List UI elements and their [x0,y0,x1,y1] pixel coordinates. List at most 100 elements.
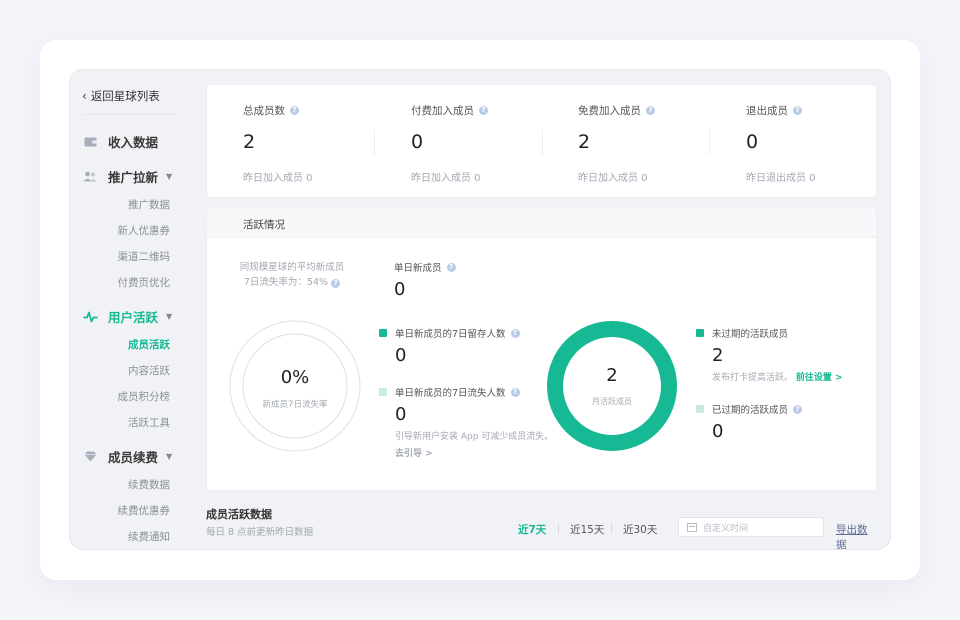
legend-swatch-unexpired [696,329,704,337]
average-loss-line1: 同规模星球的平均新成员 [239,262,345,273]
legend-swatch-lost [379,388,387,396]
guide-link[interactable]: 去引导 > [395,446,553,459]
stat-value: 0 [411,131,424,153]
question-icon[interactable]: ? [479,106,488,115]
range-tab-divider [558,523,559,534]
metric-label: 单日新成员的7日留存人数 [395,329,506,340]
stat-total-members: 总成员数 ? 2 昨日加入成员 0 [207,85,375,197]
sidebar-group-renewal[interactable]: 成员续费 ▼ [82,447,172,466]
metric-label-row: 已过期的活跃成员 ? [696,402,803,416]
stat-label-row: 退出成员 ? [746,103,802,118]
settings-link[interactable]: 前往设置 > [796,373,843,383]
wallet-icon [82,135,98,149]
stat-label-row: 付费加入成员 ? [411,103,488,118]
metric-value: 2 [712,345,724,366]
sidebar: ‹ 返回星球列表 收入数据 推广拉新 ▼ 推广数据 新人优惠券 渠道二维码 付费… [70,70,196,549]
metric-note: 引导新用户安装 App 可减少成员流失。 [395,432,554,442]
monthly-active-caption: 月活跃成员 [592,397,632,406]
monthly-active-ring: 2 月活跃成员 [546,320,678,452]
custom-date-input[interactable]: 自定义时间 [678,517,824,537]
range-tab-30d[interactable]: 近30天 [623,522,657,537]
sidebar-item-new-coupon[interactable]: 新人优惠券 [70,223,171,238]
stat-sub: 昨日加入成员 0 [411,173,481,184]
sidebar-item-renewal-coupon[interactable]: 续费优惠券 [70,503,171,518]
sidebar-item-channel-qr[interactable]: 渠道二维码 [70,249,171,264]
member-activity-toolbar: 成员活跃数据 每日 8 点前更新昨日数据 近7天 近15天 近30天 自定义时间… [206,502,877,549]
pulse-icon [82,310,98,324]
metric-label: 未过期的活跃成员 [712,329,789,340]
sidebar-item-promo-data[interactable]: 推广数据 [70,197,170,212]
stat-value: 0 [746,131,759,153]
metric-note: 发布打卡提高活跃。 [712,373,794,383]
sidebar-item-member-activity[interactable]: 成员活跃 [70,337,170,352]
caret-down-icon: ▼ [166,172,173,181]
question-icon[interactable]: ? [446,262,456,272]
metric-label-row: 单日新成员 ? [394,260,456,274]
legend-swatch-retained [379,329,387,337]
range-tab-divider [611,523,612,534]
metric-label-row: 单日新成员的7日流失人数 ? [379,385,553,399]
range-tab-15d[interactable]: 近15天 [570,522,604,537]
custom-date-placeholder: 自定义时间 [703,523,749,534]
caret-down-icon: ▼ [166,312,173,321]
sidebar-item-content-activity[interactable]: 内容活跃 [70,363,170,378]
sidebar-item-activity-tools[interactable]: 活跃工具 [70,415,170,430]
metric-value: 0 [395,345,407,366]
monthly-active-ring-svg [547,321,677,451]
metric-lost: 单日新成员的7日流失人数 ? 0 引导新用户安装 App 可减少成员流失。 去引… [379,385,553,459]
stat-exited-members: 退出成员 ? 0 昨日退出成员 0 [710,85,878,197]
sidebar-item-paypage-opt[interactable]: 付费页优化 [70,275,171,290]
metric-label: 单日新成员的7日流失人数 [395,388,506,399]
stats-card: 总成员数 ? 2 昨日加入成员 0 付费加入成员 ? 0 昨日加入成员 0 免费… [206,84,877,198]
stat-label: 退出成员 [746,105,788,117]
back-to-list-link[interactable]: ‹ 返回星球列表 [82,88,160,104]
stat-label: 免费加入成员 [578,105,641,117]
sidebar-group-income[interactable]: 收入数据 [82,132,158,151]
metric-value: 0 [712,421,724,442]
stat-value: 2 [578,131,591,153]
question-icon[interactable]: ? [510,387,520,397]
calendar-icon [687,522,697,532]
loss-rate-ring: 0% 新成员7日流失率 [229,320,361,452]
metric-label: 单日新成员 [394,263,442,274]
stat-label: 付费加入成员 [411,105,474,117]
chevron-left-icon: ‹ [82,89,87,103]
stat-label: 总成员数 [243,105,285,117]
question-icon[interactable]: ? [793,106,802,115]
export-data-link[interactable]: 导出数据 [836,522,877,549]
average-loss-line2-row: 7日流失率为：54% ? [227,275,357,290]
back-link-label: 返回星球列表 [90,89,160,103]
question-icon[interactable]: ? [290,106,299,115]
stat-label-row: 总成员数 ? [243,103,299,118]
metric-daily-new: 单日新成员 ? 0 [394,260,456,300]
activity-card: 活跃情况 同规模星球的平均新成员 7日流失率为：54% ? 0% 新成员7日流失… [206,207,877,491]
gem-icon [82,450,98,464]
sidebar-group-promotion[interactable]: 推广拉新 ▼ [82,167,172,186]
stat-sub: 昨日退出成员 0 [746,173,816,184]
caret-down-icon: ▼ [166,452,173,461]
stat-sub: 昨日加入成员 0 [578,173,648,184]
member-activity-subtitle: 每日 8 点前更新昨日数据 [206,527,314,538]
legend-swatch-expired [696,405,704,413]
metric-value: 0 [394,279,406,300]
sidebar-item-points-ranking[interactable]: 成员积分榜 [70,389,171,404]
sidebar-group-label: 成员续费 [108,450,159,465]
activity-card-title: 活跃情况 [243,219,285,231]
metric-retained: 单日新成员的7日留存人数 ? 0 [379,326,520,366]
question-icon[interactable]: ? [793,404,803,414]
sidebar-group-user-activity[interactable]: 用户活跃 ▼ [82,307,172,326]
question-icon[interactable]: ? [646,106,655,115]
range-tab-7d[interactable]: 近7天 [518,522,546,537]
metric-expired: 已过期的活跃成员 ? 0 [696,402,803,442]
metric-unexpired: 未过期的活跃成员 2 发布打卡提高活跃。 前往设置 > [696,326,843,383]
sidebar-item-renewal-notice[interactable]: 续费通知 [70,529,170,544]
metric-note-row: 发布打卡提高活跃。 前往设置 > [712,370,843,383]
question-icon[interactable]: ? [510,328,520,338]
monthly-active-value: 2 [606,365,618,386]
loss-rate-caption: 新成员7日流失率 [262,400,328,410]
stat-sub: 昨日加入成员 0 [243,173,313,184]
question-icon[interactable]: ? [331,279,341,288]
sidebar-group-label: 收入数据 [108,135,159,150]
sidebar-item-renewal-data[interactable]: 续费数据 [70,477,170,492]
stat-value: 2 [243,131,256,153]
